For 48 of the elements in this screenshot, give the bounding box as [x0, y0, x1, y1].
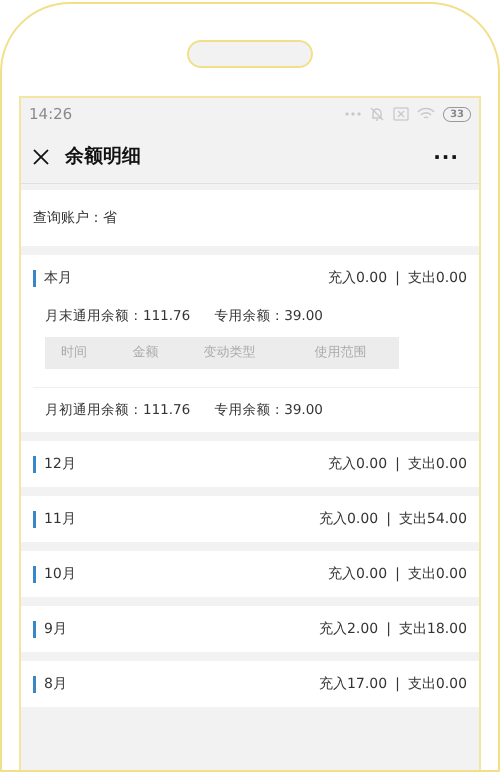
income-amount: 充入0.00 — [319, 510, 378, 526]
income-amount: 充入0.00 — [328, 566, 388, 582]
balance-text: 月末通用余额：111.76 — [45, 306, 190, 326]
separator: | — [395, 566, 400, 582]
column-header: 金额 — [132, 344, 160, 362]
account-label: 查询账户：省 — [33, 208, 117, 228]
accent-bar — [33, 566, 36, 582]
expense-amount: 支出0.00 — [408, 456, 467, 472]
month-label: 11月 — [43, 510, 76, 528]
more-icon — [345, 112, 362, 116]
month-label: 12月 — [43, 454, 76, 474]
balance-text: 专用余额：39.00 — [214, 306, 323, 326]
column-header: 时间 — [61, 344, 88, 362]
status-time: 14:26 — [29, 104, 72, 125]
accent-bar — [33, 270, 36, 286]
accent-bar — [33, 456, 36, 472]
column-header: 使用范围 — [314, 344, 368, 362]
battery-icon: 33 — [443, 106, 471, 122]
separator: | — [395, 270, 400, 286]
accent-bar — [33, 620, 36, 638]
expense-amount: 支出0.00 — [408, 676, 467, 692]
month-label: 10月 — [43, 564, 76, 584]
bell-muted-icon — [369, 106, 386, 122]
accent-bar — [33, 676, 36, 692]
expense-amount: 支出18.00 — [398, 620, 467, 636]
separator: | — [395, 676, 400, 692]
income-amount: 充入17.00 — [319, 676, 388, 692]
month-label: 9月 — [43, 620, 67, 638]
close-icon[interactable] — [33, 148, 49, 164]
expense-amount: 支出0.00 — [408, 270, 467, 286]
separator: | — [386, 620, 391, 636]
income-amount: 充入2.00 — [319, 620, 378, 636]
expense-amount: 支出54.00 — [398, 510, 467, 526]
separator: | — [395, 456, 400, 472]
more-menu-button[interactable]: ··· — [433, 142, 459, 172]
column-header: 变动类型 — [204, 344, 257, 362]
income-amount: 充入0.00 — [328, 270, 388, 286]
page-title: 余额明细 — [65, 144, 141, 170]
separator: | — [386, 510, 391, 526]
balance-text: 月初通用余额：111.76 — [45, 400, 190, 420]
sim-icon — [393, 107, 410, 121]
accent-bar — [33, 510, 36, 528]
balance-text: 专用余额：39.00 — [214, 400, 323, 420]
expense-amount: 支出0.00 — [408, 566, 467, 582]
income-amount: 充入0.00 — [328, 456, 388, 472]
month-label: 8月 — [43, 674, 67, 694]
wifi-icon — [417, 107, 436, 121]
month-label: 本月 — [43, 268, 72, 288]
